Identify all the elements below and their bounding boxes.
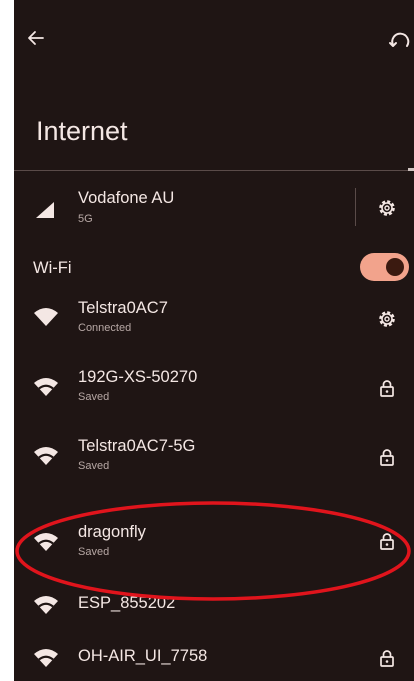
lock-indicator — [376, 377, 398, 399]
lock-icon — [380, 449, 394, 466]
page-title: Internet — [36, 116, 128, 146]
arrow-left-icon — [28, 31, 44, 45]
network-name: OH-AIR_UI_7758 — [78, 647, 208, 665]
wifi-label: Wi-Fi — [33, 259, 72, 277]
scroll-indicator — [408, 168, 414, 171]
mobile-network-row[interactable]: Vodafone AU 5G — [14, 180, 414, 236]
wifi-icon — [34, 378, 58, 396]
network-name: Telstra0AC7-5G — [78, 437, 196, 455]
cellular-signal-icon — [36, 202, 54, 218]
wifi-toggle-knob — [386, 258, 404, 276]
network-settings-button[interactable] — [376, 308, 398, 330]
wifi-network-row[interactable]: Telstra0AC7 Connected — [14, 284, 414, 350]
wifi-network-row[interactable]: 192G-XS-50270 Saved — [14, 353, 414, 419]
wifi-network-row[interactable]: dragonfly Saved — [14, 511, 414, 577]
wifi-icon — [34, 596, 58, 614]
wifi-icon — [34, 447, 58, 465]
lock-icon — [380, 533, 394, 550]
network-status: Connected — [78, 322, 132, 334]
row-separator — [355, 188, 356, 226]
lock-icon — [380, 380, 394, 397]
lock-indicator — [376, 446, 398, 468]
wifi-icon — [34, 533, 58, 551]
mobile-settings-button[interactable] — [376, 197, 398, 219]
lock-indicator — [376, 530, 398, 552]
wifi-icon — [34, 649, 58, 667]
lock-indicator — [376, 647, 398, 669]
gear-icon — [379, 200, 395, 216]
sync-icon — [389, 32, 410, 47]
network-name: 192G-XS-50270 — [78, 368, 198, 386]
network-name: ESP_855202 — [78, 594, 176, 612]
back-button[interactable] — [22, 24, 50, 52]
wifi-network-row[interactable]: OH-AIR_UI_7758 — [14, 636, 414, 681]
gear-icon — [379, 311, 395, 327]
mobile-network-name: Vodafone AU — [78, 189, 175, 207]
wifi-network-row[interactable]: ESP_855202 — [14, 580, 414, 628]
network-name: dragonfly — [78, 523, 146, 541]
lock-icon — [380, 650, 394, 667]
top-app-bar — [14, 0, 414, 80]
wifi-icon — [34, 308, 58, 326]
network-status: Saved — [78, 391, 110, 403]
network-name: Telstra0AC7 — [78, 299, 168, 317]
wifi-toggle[interactable] — [360, 253, 409, 281]
network-status: Saved — [78, 546, 110, 558]
mobile-network-type: 5G — [78, 213, 93, 225]
phone-screen: Internet Vodafone AU 5G Wi-Fi Telstra0AC… — [14, 0, 414, 681]
header-divider — [14, 170, 414, 171]
wifi-network-row[interactable]: Telstra0AC7-5G Saved — [14, 422, 414, 488]
sync-button[interactable] — [388, 30, 414, 56]
network-status: Saved — [78, 460, 110, 472]
